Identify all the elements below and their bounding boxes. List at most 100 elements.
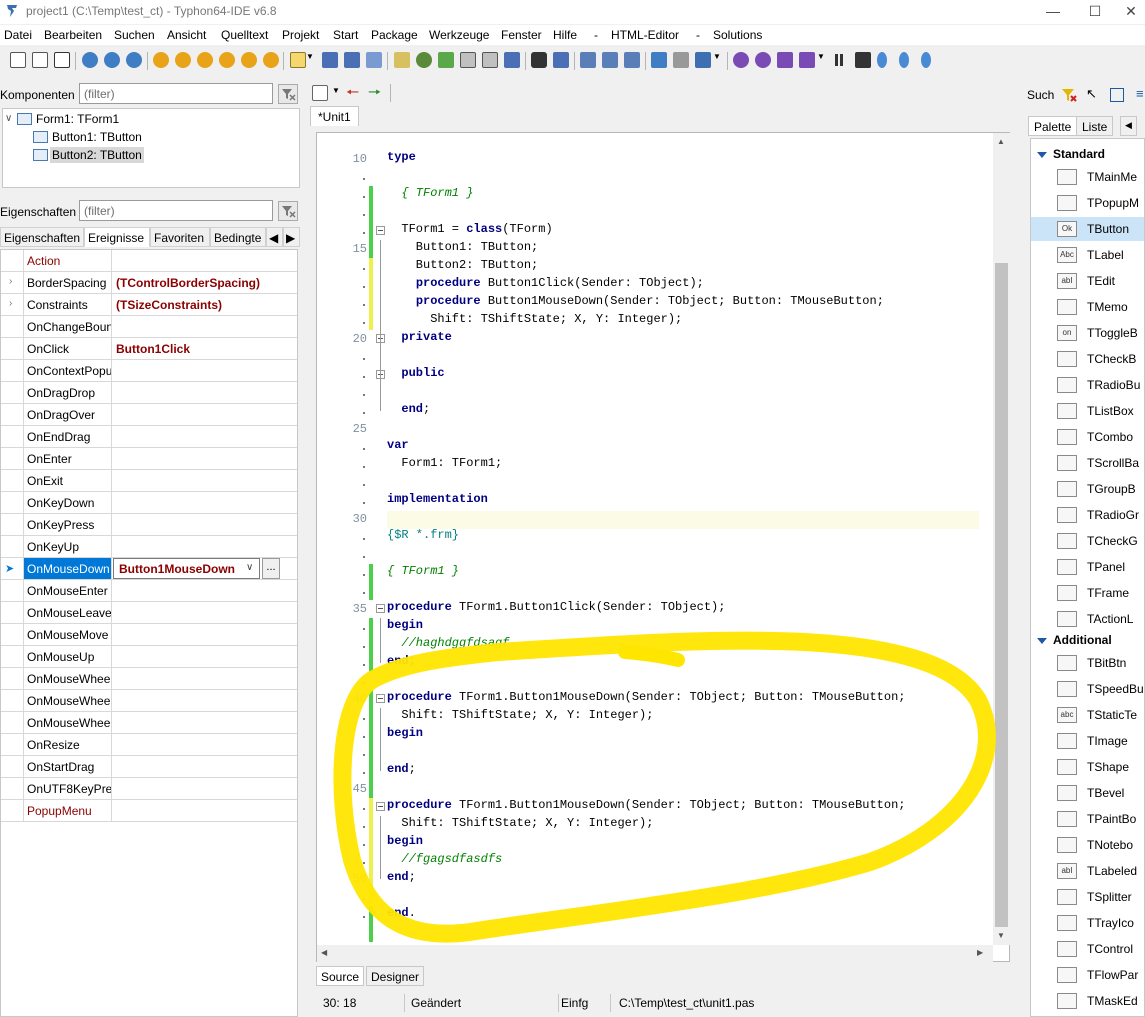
expand-collapse-icon[interactable]: ∨ <box>5 113 12 124</box>
event-row[interactable]: OnUTF8KeyPres <box>1 778 297 800</box>
project-inspector-icon[interactable] <box>624 52 640 68</box>
code-line[interactable]: end; <box>387 870 416 884</box>
palette-item[interactable]: TPopupM <box>1031 191 1144 215</box>
palette-item[interactable]: TControl <box>1031 937 1144 961</box>
zoom-icon[interactable] <box>82 52 98 68</box>
code-line[interactable]: Shift: TShiftState; X, Y: Integer); <box>387 312 682 326</box>
event-row[interactable]: PopupMenu <box>1 800 297 822</box>
object-inspector-icon[interactable] <box>602 52 618 68</box>
code-line[interactable]: Button2: TButton; <box>387 258 538 272</box>
code-line[interactable]: Shift: TShiftState; X, Y: Integer); <box>387 708 653 722</box>
run-icon[interactable] <box>777 52 793 68</box>
event-row[interactable]: OnMouseUp <box>1 646 297 668</box>
event-row[interactable]: OnContextPopu <box>1 360 297 382</box>
event-row[interactable]: OnDragOver <box>1 404 297 426</box>
palette-tab-scroll-icon[interactable]: ◀ <box>1120 116 1137 136</box>
code-line[interactable]: { TForm1 } <box>387 186 473 200</box>
scroll-down-icon[interactable]: ▼ <box>997 931 1005 940</box>
palette-item[interactable]: TCombo <box>1031 425 1144 449</box>
run-params-icon[interactable] <box>799 52 815 68</box>
event-row[interactable]: OnEndDrag <box>1 426 297 448</box>
new-unit-icon[interactable] <box>32 52 48 68</box>
code-text[interactable]: type { TForm1 } TForm1 = class(TForm) Bu… <box>387 133 979 945</box>
menu-solutions[interactable]: Solutions <box>713 28 762 42</box>
code-line[interactable]: type <box>387 150 416 164</box>
menu-suchen[interactable]: Suchen <box>114 28 155 42</box>
event-value[interactable]: Button1Click <box>116 342 286 356</box>
palette-item[interactable]: TFlowPar <box>1031 963 1144 987</box>
tree-item-button1[interactable]: Button1: TButton <box>52 130 142 144</box>
project-options-icon[interactable] <box>394 52 410 68</box>
tab-scroll-right-icon[interactable]: ▶ <box>283 227 300 247</box>
code-line[interactable]: end. <box>387 906 416 920</box>
menu-html-editor[interactable]: HTML-Editor <box>611 28 679 42</box>
step-into-icon[interactable] <box>877 52 887 68</box>
close-button[interactable]: ✕ <box>1108 0 1145 24</box>
toggle-form-unit-icon[interactable] <box>504 52 520 68</box>
code-line[interactable]: Shift: TShiftState; X, Y: Integer); <box>387 816 653 830</box>
menu-start[interactable]: Start <box>333 28 358 42</box>
palette-item[interactable]: TScrollBa <box>1031 451 1144 475</box>
package-install-icon[interactable] <box>263 52 279 68</box>
event-row[interactable]: › Constraints (TSizeConstraints) <box>1 294 297 316</box>
select-cursor-icon[interactable]: ↖ <box>1086 86 1097 102</box>
code-line[interactable]: Form1: TForm1; <box>387 456 502 470</box>
palette-item[interactable]: abI TEdit <box>1031 269 1144 293</box>
gear-icon[interactable] <box>733 52 749 68</box>
event-row[interactable]: OnResize <box>1 734 297 756</box>
tree-item-button2[interactable]: Button2: TButton <box>50 147 144 163</box>
tab-scroll-left-icon[interactable]: ◀ <box>266 227 283 247</box>
tab-source[interactable]: Source <box>316 966 365 986</box>
fold-toggle-icon[interactable] <box>376 604 385 613</box>
fold-toggle-icon[interactable] <box>376 802 385 811</box>
find-next-icon[interactable] <box>126 52 142 68</box>
event-value[interactable]: (TControlBorderSpacing) <box>116 276 286 290</box>
menu-datei[interactable]: Datei <box>4 28 32 42</box>
tab-properties[interactable]: Eigenschaften <box>0 227 84 247</box>
binoculars-icon[interactable] <box>531 52 547 68</box>
event-row[interactable]: OnStartDrag <box>1 756 297 778</box>
open-icon[interactable] <box>290 52 306 68</box>
code-line[interactable]: begin <box>387 618 423 632</box>
pause-icon[interactable] <box>833 52 845 68</box>
tab-designer[interactable]: Designer <box>366 966 425 986</box>
code-line[interactable]: Button1: TButton; <box>387 240 538 254</box>
fold-toggle-icon[interactable] <box>376 226 385 235</box>
menu-fenster[interactable]: Fenster <box>501 28 542 42</box>
palette-item[interactable]: TTrayIco <box>1031 911 1144 935</box>
new-file-icon[interactable] <box>10 52 26 68</box>
palette-group-header[interactable]: Additional <box>1037 633 1112 647</box>
event-row[interactable]: OnEnter <box>1 448 297 470</box>
event-row[interactable]: OnKeyPress <box>1 514 297 536</box>
minimize-button[interactable]: — <box>1030 0 1076 24</box>
event-handler-combobox[interactable]: Button1MouseDown ∨ <box>113 558 260 579</box>
event-row[interactable]: OnMouseWheel <box>1 668 297 690</box>
menu-bearbeiten[interactable]: Bearbeiten <box>44 28 102 42</box>
code-line[interactable]: end; <box>387 762 416 776</box>
add-to-project-icon[interactable] <box>438 52 454 68</box>
palette-group-header[interactable]: Standard <box>1037 147 1105 161</box>
code-line[interactable]: end; <box>387 654 416 668</box>
palette-item[interactable]: TRadioBu <box>1031 373 1144 397</box>
vertical-scroll-thumb[interactable] <box>995 263 1008 927</box>
code-editor[interactable]: 10 15 20 25 30 35 40 45 50 type { TForm1 } TForm… <box>316 132 1010 962</box>
palette-item[interactable]: TImage <box>1031 729 1144 753</box>
code-line[interactable]: private <box>387 330 451 344</box>
code-line[interactable]: {$R *.frm} <box>387 528 459 542</box>
step-out-icon[interactable] <box>921 52 931 68</box>
run-dropdown-icon[interactable]: ▼ <box>817 52 825 68</box>
palette-item[interactable]: TSpeedBu <box>1031 677 1144 701</box>
new-form-icon[interactable] <box>54 52 70 68</box>
code-line[interactable]: procedure Button1Click(Sender: TObject); <box>387 276 704 290</box>
view-forms-icon[interactable] <box>482 52 498 68</box>
tab-unit1[interactable]: *Unit1 <box>310 106 359 126</box>
scroll-right-icon[interactable]: ▶ <box>977 948 983 957</box>
code-line[interactable]: //haghdggfdsagf <box>387 636 509 650</box>
event-value[interactable]: (TSizeConstraints) <box>116 298 286 312</box>
palette-item[interactable]: TRadioGr <box>1031 503 1144 527</box>
editor-menu-icon[interactable] <box>312 85 328 101</box>
palette-item[interactable]: TGroupB <box>1031 477 1144 501</box>
package-add-icon[interactable] <box>197 52 213 68</box>
package-compile-icon[interactable] <box>241 52 257 68</box>
components-filter-input[interactable]: (filter) <box>79 83 273 104</box>
